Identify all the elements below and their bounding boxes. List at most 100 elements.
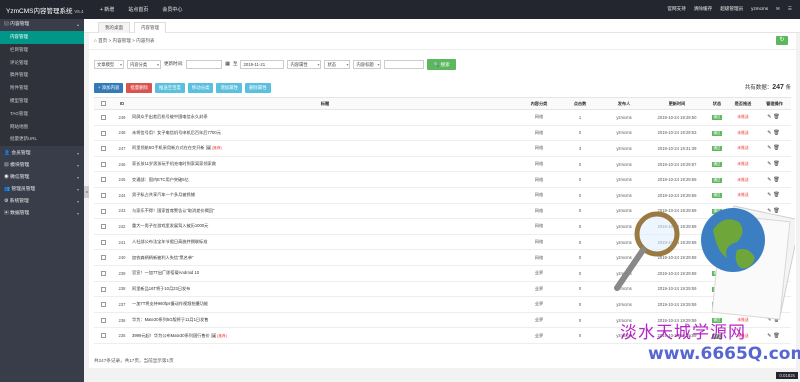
table-row[interactable]: 246 家长孩11岁男孩玩手机充电时到家离家领家救 网络 0 yzmcms 2019-10… bbox=[94, 156, 791, 173]
row-checkbox[interactable] bbox=[100, 146, 106, 152]
select-all-checkbox[interactable] bbox=[100, 101, 106, 107]
row-select[interactable] bbox=[94, 218, 112, 235]
delete-icon[interactable]: 🗑 bbox=[773, 161, 781, 167]
sidebar-group-module[interactable]: ▦ 模块管理 ▾ bbox=[0, 160, 84, 172]
sidebar-group-member[interactable]: 👤 会员管理 ▾ bbox=[0, 148, 84, 160]
sidebar-item-attachment[interactable]: 附件管理 bbox=[0, 82, 84, 95]
table-row[interactable]: 248 未将信号用！女子电信机号申机后百年后7700元 网络 0 yzmcms 2019-… bbox=[94, 125, 791, 142]
row-checkbox[interactable] bbox=[100, 130, 106, 136]
sidebar-group-content[interactable]: ▤ 内容管理 ▴ bbox=[0, 19, 84, 31]
row-title-link[interactable]: 人社部公布法宝年节假日高施并拥联标准 bbox=[132, 239, 207, 244]
table-row[interactable]: 249 同屏众手出差后机号被中国电信永久封停 网络 1 yzmcms 2019-10-24… bbox=[94, 109, 791, 126]
row-title-link[interactable]: 官宣！一加7T出厂即搭载Android 10 bbox=[132, 270, 199, 275]
add-attribute-button[interactable]: 增加属性 bbox=[216, 83, 243, 93]
sidebar-group-admin[interactable]: 👥 管理员管理 ▾ bbox=[0, 184, 84, 196]
select-all-header[interactable] bbox=[94, 97, 112, 110]
row-checkbox[interactable] bbox=[100, 302, 106, 308]
row-title-link[interactable]: 与家乐不得！国家首席警告认“取消差价揭回” bbox=[132, 208, 214, 213]
message-icon[interactable]: ✉ bbox=[776, 6, 780, 12]
row-title-link[interactable]: 交通部：国内ETC用户突破5亿 bbox=[132, 177, 189, 182]
add-content-button[interactable]: + 添加内容 bbox=[94, 83, 124, 93]
row-select[interactable] bbox=[94, 109, 112, 126]
calendar-icon[interactable]: ▦ bbox=[225, 61, 230, 67]
row-title-link[interactable]: 一加7T将支持960fps慢动作视频拍摄功能 bbox=[132, 301, 208, 306]
row-select[interactable] bbox=[94, 234, 112, 251]
refresh-button[interactable]: ↻ bbox=[776, 36, 788, 45]
row-title-link[interactable]: 同屏众手出差后机号被中国电信永久封停 bbox=[132, 114, 207, 119]
add-new-menu[interactable]: + 新增 bbox=[100, 6, 114, 13]
official-support-link[interactable]: 官网支持 bbox=[667, 6, 685, 12]
delete-icon[interactable]: 🗑 bbox=[773, 130, 781, 136]
row-checkbox[interactable] bbox=[100, 333, 106, 339]
move-category-button[interactable]: 移动分类 bbox=[187, 83, 214, 93]
row-select[interactable] bbox=[94, 140, 112, 157]
table-row[interactable]: 247 阿里领航5G手机采用新方式在在交开新 🖼 [推荐] 网络 3 yzmcms 201… bbox=[94, 140, 791, 157]
settings-icon[interactable]: ☰ bbox=[788, 6, 792, 12]
row-checkbox[interactable] bbox=[100, 224, 106, 230]
sidebar-item-model[interactable]: 模型管理 bbox=[0, 94, 84, 108]
delete-icon[interactable]: 🗑 bbox=[773, 114, 781, 120]
attribute-select[interactable]: 内容属性 bbox=[287, 59, 322, 69]
sidebar-item-sitemap[interactable]: 网站地图 bbox=[0, 120, 84, 134]
sidebar-item-category[interactable]: 栏目管理 bbox=[0, 43, 84, 57]
row-checkbox[interactable] bbox=[100, 208, 106, 214]
status-select[interactable]: 状态 bbox=[324, 59, 351, 69]
column-header[interactable]: 更新时间 bbox=[648, 97, 706, 110]
breadcrumb-text[interactable]: 首页 > 内容管理 > 内容列表 bbox=[98, 38, 154, 43]
row-checkbox[interactable] bbox=[100, 114, 106, 120]
row-select[interactable] bbox=[94, 171, 112, 188]
title-field-select[interactable]: 内容标题 bbox=[353, 59, 382, 69]
row-checkbox[interactable] bbox=[100, 161, 106, 167]
row-select[interactable] bbox=[94, 203, 112, 220]
sidebar-item-manuscript[interactable]: 稿件管理 bbox=[0, 69, 84, 83]
member-center-link[interactable]: 会员中心 bbox=[162, 6, 182, 13]
column-header[interactable]: 点击数 bbox=[560, 97, 600, 110]
tab-content-manage[interactable]: 内容管理 bbox=[134, 22, 166, 33]
search-button[interactable]: 🔍 搜索 bbox=[427, 58, 456, 70]
sidebar-item-content[interactable]: 内容管理 bbox=[0, 31, 84, 44]
batch-delete-button[interactable]: 批量删除 bbox=[126, 83, 152, 93]
sidebar-group-wechat[interactable]: ◉ 微信管理 ▾ bbox=[0, 172, 84, 184]
keyword-input[interactable] bbox=[384, 59, 425, 69]
row-title-link[interactable]: 男子私占共享汽车一个多月被抓捕 bbox=[132, 192, 195, 197]
model-select[interactable]: 文章模型 bbox=[94, 59, 124, 69]
sidebar-item-batch-url[interactable]: 批量更新URL bbox=[0, 133, 84, 147]
row-checkbox[interactable] bbox=[100, 192, 106, 198]
delete-icon[interactable]: 🗑 bbox=[773, 145, 781, 151]
tab-desktop[interactable]: 我的桌面 bbox=[98, 22, 130, 33]
sidebar-group-system[interactable]: ⚙ 系统管理 ▾ bbox=[0, 196, 84, 208]
row-title-link[interactable]: 重大一男子在游戏里发展驾入被历1000元 bbox=[132, 223, 208, 228]
push-baidu-button[interactable]: 推送至百度 bbox=[154, 83, 185, 93]
row-checkbox[interactable] bbox=[100, 317, 106, 323]
row-select[interactable] bbox=[94, 281, 112, 298]
row-title-link[interactable]: 阿里领航5G手机采用新方式在在交开新 bbox=[132, 145, 205, 150]
column-header[interactable]: ID bbox=[112, 97, 132, 110]
row-checkbox[interactable] bbox=[100, 270, 106, 276]
app-logo[interactable]: YzmCMS内容管理系统 V5.4 bbox=[6, 5, 84, 15]
row-select[interactable] bbox=[94, 187, 112, 204]
remove-attribute-button[interactable]: 删除属性 bbox=[245, 83, 271, 93]
row-select[interactable] bbox=[94, 312, 112, 329]
delete-icon[interactable]: 🗑 bbox=[773, 177, 781, 183]
clear-cache-link[interactable]: 清除缓存 bbox=[694, 6, 712, 12]
row-select[interactable] bbox=[94, 249, 112, 266]
row-title-link[interactable]: 未将信号用！女子电信机号申机后百年后7700元 bbox=[132, 130, 221, 135]
row-select[interactable] bbox=[94, 156, 112, 173]
row-title-link[interactable]: 华为：Mate30系列5G版将于11月1日发售 bbox=[132, 317, 208, 322]
category-select[interactable]: 内容分类 bbox=[127, 59, 161, 69]
user-menu[interactable]: yzmcms bbox=[751, 6, 768, 12]
row-select[interactable] bbox=[94, 296, 112, 313]
row-select[interactable] bbox=[94, 125, 112, 142]
sidebar-item-comment[interactable]: 评论管理 bbox=[0, 56, 84, 70]
row-checkbox[interactable] bbox=[100, 255, 106, 261]
row-title-link[interactable]: 加农森柄柄新被利人失信“黑名单” bbox=[132, 255, 193, 260]
row-checkbox[interactable] bbox=[100, 286, 106, 292]
sidebar-item-tag[interactable]: TAG管理 bbox=[0, 107, 84, 121]
row-checkbox[interactable] bbox=[100, 239, 106, 245]
date-to-input[interactable]: 2019-11-21 bbox=[240, 59, 285, 69]
sidebar-group-data[interactable]: ▣ 数据管理 ▾ bbox=[0, 208, 84, 220]
row-title-link[interactable]: 3999元起！华为公布Mate30系列国行售价 bbox=[132, 333, 210, 338]
site-home-link[interactable]: 站点首页 bbox=[128, 6, 148, 13]
date-from-input[interactable] bbox=[186, 59, 223, 69]
row-select[interactable] bbox=[94, 327, 112, 344]
